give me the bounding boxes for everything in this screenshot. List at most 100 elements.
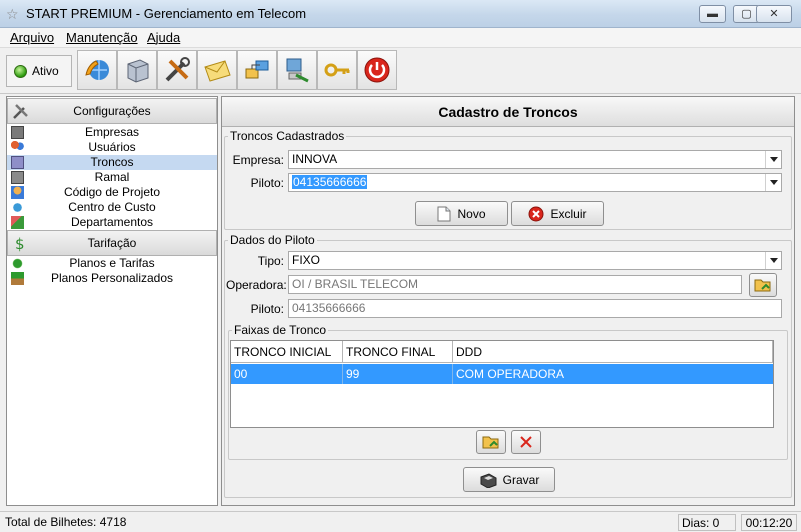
empresa-value: INNOVA: [292, 152, 338, 166]
sidebar-item-label: Planos e Tarifas: [69, 256, 155, 270]
computer-config-button[interactable]: [277, 50, 317, 90]
clock: 00:12:20: [741, 514, 797, 531]
column-header-ddd[interactable]: DDD: [453, 341, 773, 363]
svg-text:$: $: [15, 235, 25, 252]
tipo-select[interactable]: FIXO: [288, 251, 782, 270]
chevron-down-icon[interactable]: [765, 252, 781, 269]
plans-icon: [11, 257, 24, 270]
column-header-tronco-inicial[interactable]: TRONCO INICIAL: [231, 341, 343, 363]
custom-plans-icon: [11, 272, 24, 285]
troncos-cadastrados-legend: Troncos Cadastrados: [228, 129, 347, 143]
section-label: Configurações: [73, 104, 151, 118]
tools-icon: [13, 104, 28, 119]
building-icon: [11, 126, 24, 139]
tools-icon: [165, 57, 190, 82]
phone-icon: [11, 171, 24, 184]
chevron-down-icon[interactable]: [765, 174, 781, 191]
sidebar-item-codigo-projeto[interactable]: Código de Projeto: [7, 185, 217, 200]
menu-arquivo[interactable]: Arquivo: [6, 28, 58, 48]
save-disk-icon: [480, 472, 497, 488]
dados-piloto-legend: Dados do Piloto: [228, 233, 317, 247]
power-icon: [364, 57, 390, 83]
remove-faixa-button[interactable]: [511, 430, 541, 454]
app-star-icon: ☆: [6, 6, 19, 22]
sidebar-item-label: Usuários: [88, 140, 136, 154]
key-button[interactable]: [317, 50, 357, 90]
sidebar-item-label: Empresas: [84, 125, 140, 139]
table-row[interactable]: 00 99 COM OPERADORA: [231, 364, 773, 384]
empresa-label: Empresa:: [232, 153, 284, 167]
mail-icon: [204, 60, 231, 82]
sidebar-item-troncos[interactable]: Troncos: [7, 155, 217, 170]
minimize-button[interactable]: ▬: [699, 5, 726, 23]
operadora-browse-button[interactable]: [749, 273, 777, 297]
computer-config-icon: [286, 58, 309, 83]
delete-icon: [528, 206, 544, 221]
gravar-button[interactable]: Gravar: [463, 467, 555, 492]
sidebar-item-planos-tarifas[interactable]: Planos e Tarifas: [7, 256, 217, 271]
network-button[interactable]: [237, 50, 277, 90]
piloto-value: 04135666666: [292, 175, 368, 189]
cell-tronco-inicial: 00: [231, 364, 343, 384]
tipo-value: FIXO: [292, 253, 321, 267]
column-header-tronco-final[interactable]: TRONCO FINAL: [343, 341, 453, 363]
novo-button[interactable]: Novo: [415, 201, 508, 226]
sidebar-item-label: Planos Personalizados: [50, 271, 174, 285]
faixas-tronco-table: TRONCO INICIAL TRONCO FINAL DDD 00 99 CO…: [230, 340, 774, 428]
trunk-icon: [11, 156, 24, 169]
title-bar: ☆ START PREMIUM - Gerenciamento em Telec…: [0, 0, 801, 28]
operadora-label: Operadora:: [226, 278, 287, 292]
add-faixa-button[interactable]: [476, 430, 506, 454]
new-document-icon: [437, 206, 451, 221]
cost-center-icon: [11, 201, 24, 214]
status-bar: Total de Bilhetes: 4718 Dias: 0 00:12:20: [0, 511, 801, 532]
status-indicator: Ativo: [6, 55, 72, 87]
piloto-field[interactable]: 04135666666: [288, 299, 782, 318]
section-configuracoes[interactable]: Configurações: [7, 98, 217, 124]
close-button[interactable]: ✕: [756, 5, 792, 23]
server-button[interactable]: [117, 50, 157, 90]
faixas-tronco-legend: Faixas de Tronco: [232, 323, 329, 337]
sidebar-item-planos-personalizados[interactable]: Planos Personalizados: [7, 271, 217, 286]
piloto-dados-label: Piloto:: [250, 302, 284, 316]
sidebar-item-ramal[interactable]: Ramal: [7, 170, 217, 185]
network-icon: [245, 60, 269, 79]
section-tarifacao[interactable]: $ Tarifação: [7, 230, 217, 256]
navigation-panel: Configurações Empresas Usuários Troncos …: [6, 96, 218, 506]
sidebar-item-departamentos[interactable]: Departamentos: [7, 215, 217, 230]
sidebar-item-usuarios[interactable]: Usuários: [7, 140, 217, 155]
operadora-field[interactable]: OI / BRASIL TELECOM: [288, 275, 742, 294]
cell-ddd: COM OPERADORA: [456, 367, 565, 381]
sidebar-item-label: Troncos: [90, 155, 134, 169]
status-led-icon: [14, 65, 27, 78]
money-icon: $: [15, 235, 25, 252]
sidebar-item-empresas[interactable]: Empresas: [7, 125, 217, 140]
tools-button[interactable]: [157, 50, 197, 90]
empresa-select[interactable]: INNOVA: [288, 150, 782, 169]
piloto-select[interactable]: 04135666666: [288, 173, 782, 192]
excluir-label: Excluir: [550, 206, 587, 221]
total-bilhetes: Total de Bilhetes: 4718: [5, 515, 127, 529]
department-icon: [11, 216, 24, 229]
sidebar-item-label: Centro de Custo: [68, 200, 156, 214]
folder-open-icon: [754, 279, 771, 292]
power-button[interactable]: [357, 50, 397, 90]
close-icon: ✕: [769, 8, 779, 20]
menu-ajuda[interactable]: Ajuda: [143, 28, 184, 48]
cell-tronco-final: 99: [343, 364, 453, 384]
close-icon: [520, 436, 532, 448]
menu-manutencao[interactable]: Manutenção: [62, 28, 142, 48]
chevron-down-icon[interactable]: [765, 151, 781, 168]
mail-button[interactable]: [197, 50, 237, 90]
sidebar-item-label: Código de Projeto: [63, 185, 161, 199]
excluir-button[interactable]: Excluir: [511, 201, 604, 226]
phone-globe-button[interactable]: [77, 50, 117, 90]
sidebar-item-label: Ramal: [94, 170, 130, 184]
server-icon: [127, 59, 149, 83]
maximize-icon: ▢: [741, 8, 752, 20]
sidebar-item-centro-custo[interactable]: Centro de Custo: [7, 200, 217, 215]
content-panel: Cadastro de Troncos Troncos Cadastrados …: [221, 96, 795, 506]
users-icon: [11, 141, 24, 154]
toolbar: Ativo: [0, 48, 801, 94]
sidebar-item-label: Departamentos: [70, 215, 154, 229]
